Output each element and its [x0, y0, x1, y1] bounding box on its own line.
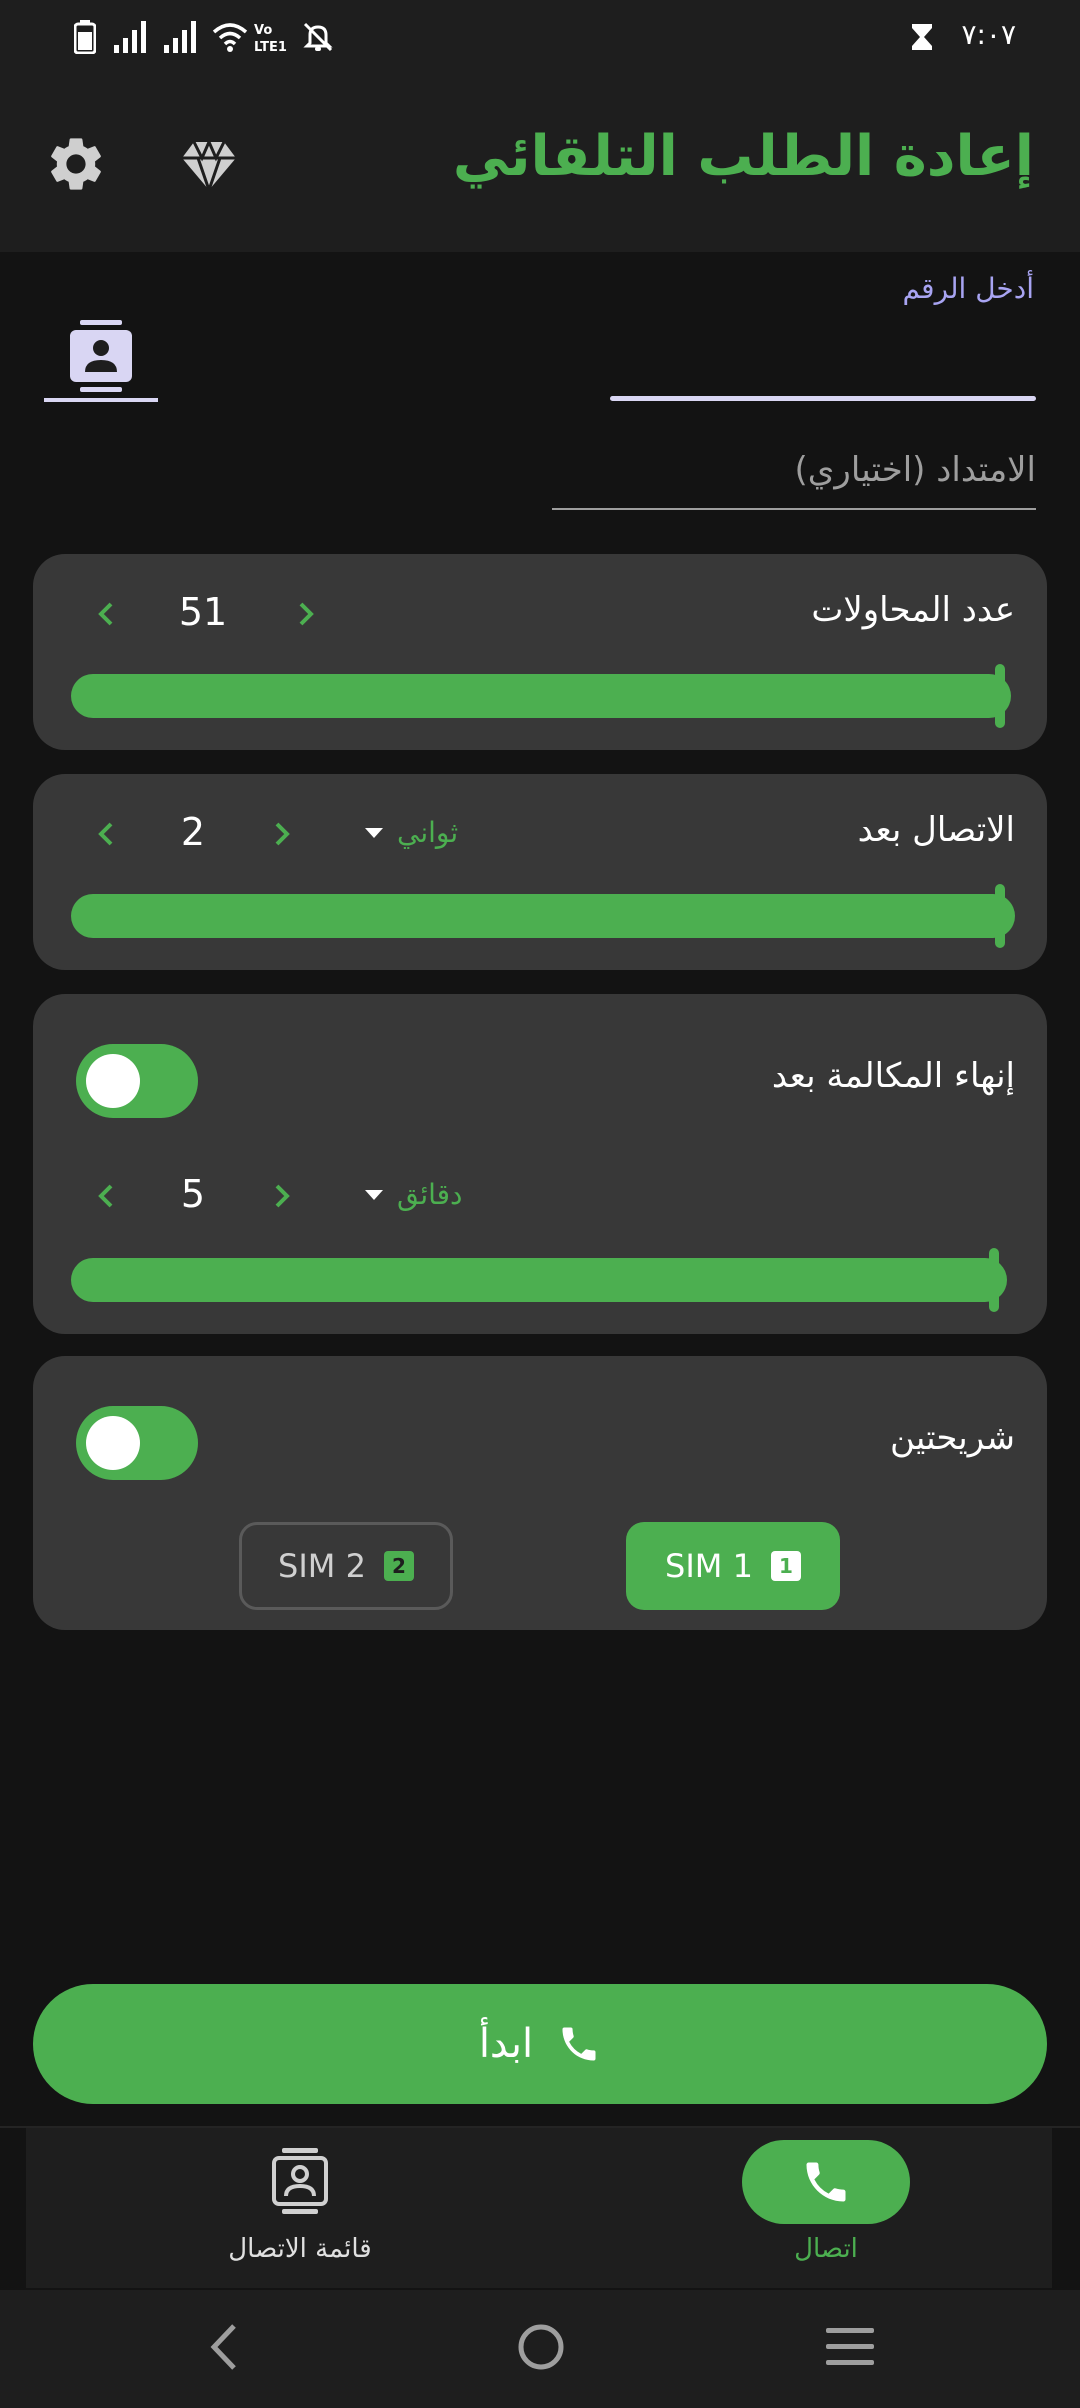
sim2-label: SIM 2	[278, 1547, 366, 1585]
home-icon[interactable]	[516, 2322, 566, 2372]
phone-icon	[806, 2162, 846, 2202]
phone-icon	[562, 2027, 596, 2061]
svg-text:LTE1: LTE1	[254, 40, 287, 54]
attempts-slider[interactable]	[71, 674, 1011, 718]
attempts-card: عدد المحاولات 51	[33, 554, 1047, 750]
call-after-unit-dropdown[interactable]: ثواني	[365, 816, 458, 849]
attempts-slider-thumb[interactable]	[995, 664, 1005, 728]
menu-icon[interactable]	[824, 2326, 876, 2368]
toggle-knob	[86, 1054, 140, 1108]
sim2-button[interactable]: SIM 2 2	[239, 1522, 453, 1610]
call-after-slider-thumb[interactable]	[995, 884, 1005, 948]
extension-placeholder: الامتداد (اختياري)	[794, 450, 1036, 490]
number-field-label: أدخل الرقم	[902, 272, 1034, 305]
chevron-right-icon[interactable]	[267, 816, 297, 852]
attempts-value: 51	[178, 590, 228, 634]
app-bar: إعادة الطلب التلقائي	[0, 76, 1080, 252]
start-button[interactable]: ابدأ	[33, 1984, 1047, 2104]
settings-button[interactable]	[44, 132, 108, 196]
nav-call-indicator	[742, 2140, 910, 2224]
nav-call-label: اتصال	[794, 2234, 858, 2264]
end-call-slider-thumb[interactable]	[989, 1248, 999, 1312]
diamond-icon	[182, 138, 236, 195]
call-after-card: الاتصال بعد 2 ثواني	[33, 774, 1047, 970]
sim2-badge-icon: 2	[383, 1551, 414, 1581]
premium-button[interactable]	[180, 136, 238, 195]
hourglass-icon	[910, 20, 934, 54]
app-title: إعادة الطلب التلقائي	[452, 124, 1034, 189]
contact-card-icon	[70, 320, 132, 392]
end-call-unit: دقائق	[397, 1178, 463, 1211]
bottom-navigation: قائمة الاتصال اتصال	[26, 2128, 1052, 2288]
toggle-knob	[86, 1416, 140, 1470]
call-after-unit: ثواني	[397, 816, 459, 849]
call-after-slider[interactable]	[71, 894, 1015, 938]
call-after-value: 2	[180, 810, 206, 854]
end-call-slider[interactable]	[71, 1258, 1007, 1302]
number-input[interactable]	[600, 330, 1036, 394]
dropdown-arrow-icon	[365, 1189, 383, 1200]
end-call-label: إنهاء المكالمة بعد	[771, 1056, 1015, 1096]
sim1-button[interactable]: SIM 1 1	[626, 1522, 840, 1610]
dual-sim-card: شريحتين SIM 1 1 SIM 2 2	[33, 1356, 1047, 1630]
number-input-underline	[610, 396, 1036, 401]
end-call-unit-dropdown[interactable]: دقائق	[365, 1178, 463, 1211]
signal-icon-1	[114, 20, 150, 54]
extension-input[interactable]: الامتداد (اختياري)	[552, 448, 1036, 510]
nav-contacts-label: قائمة الاتصال	[228, 2234, 372, 2264]
end-call-value: 5	[180, 1172, 206, 1216]
nav-call[interactable]: اتصال	[676, 2128, 976, 2288]
sim1-badge-icon: 1	[770, 1551, 801, 1581]
chevron-right-icon[interactable]	[291, 596, 321, 632]
dual-sim-toggle[interactable]	[76, 1406, 198, 1480]
sim1-label: SIM 1	[665, 1547, 753, 1585]
dual-sim-label: شريحتين	[889, 1418, 1015, 1458]
contact-picker-button[interactable]	[44, 320, 158, 404]
attempts-label: عدد المحاولات	[811, 590, 1015, 630]
contacts-list-icon	[272, 2148, 328, 2214]
back-icon[interactable]	[206, 2322, 242, 2372]
start-label: ابدأ	[478, 2021, 534, 2067]
chevron-right-icon[interactable]	[267, 1178, 297, 1214]
nav-contacts-list[interactable]: قائمة الاتصال	[150, 2128, 450, 2288]
wifi-icon	[212, 20, 248, 54]
chevron-left-icon[interactable]	[91, 596, 121, 632]
svg-text:Vo: Vo	[254, 23, 272, 38]
status-time: ٧:٠٧	[961, 18, 1016, 51]
call-after-label: الاتصال بعد	[857, 810, 1015, 850]
signal-icon-2	[164, 20, 200, 54]
system-navigation-bar	[0, 2290, 1080, 2408]
end-call-toggle[interactable]	[76, 1044, 198, 1118]
volte-icon: Vo LTE1	[252, 20, 292, 54]
chevron-left-icon[interactable]	[91, 816, 121, 852]
gear-icon	[51, 138, 101, 190]
mute-notifications-icon	[302, 20, 334, 54]
status-bar: Vo LTE1 ٧:٠٧	[0, 0, 1080, 76]
end-call-card: إنهاء المكالمة بعد 5 دقائق	[33, 994, 1047, 1334]
dropdown-arrow-icon	[365, 827, 383, 838]
chevron-left-icon[interactable]	[91, 1178, 121, 1214]
contact-picker-underline	[44, 398, 158, 402]
battery-icon	[74, 20, 96, 54]
